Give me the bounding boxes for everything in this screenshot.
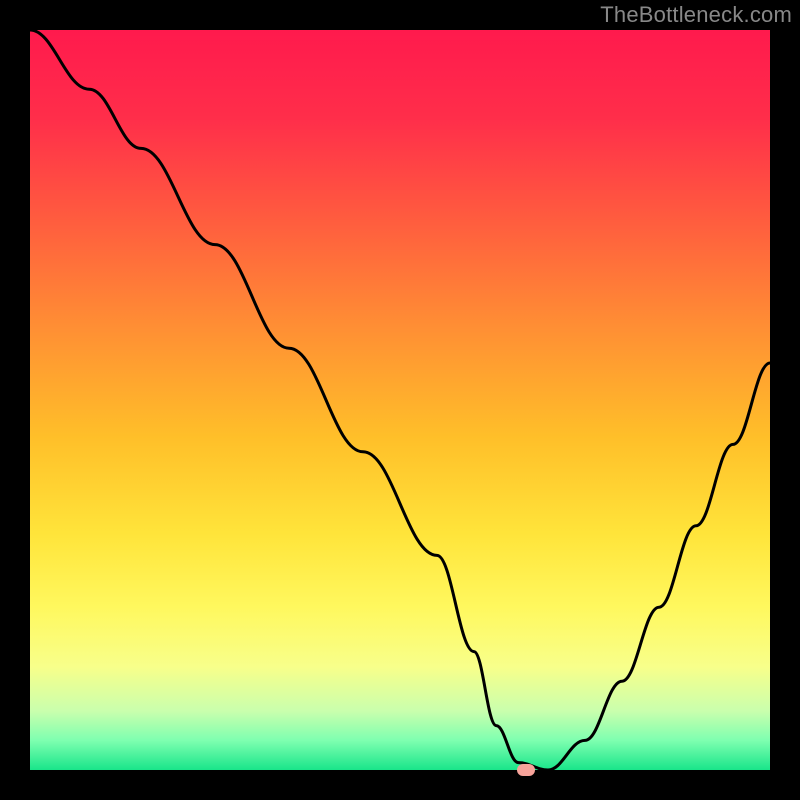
watermark-label: TheBottleneck.com — [600, 2, 792, 28]
chart-frame: TheBottleneck.com — [0, 0, 800, 800]
plot-area — [30, 30, 770, 770]
plot-svg — [30, 30, 770, 770]
gradient-background — [30, 30, 770, 770]
optimal-point-marker — [517, 764, 535, 776]
